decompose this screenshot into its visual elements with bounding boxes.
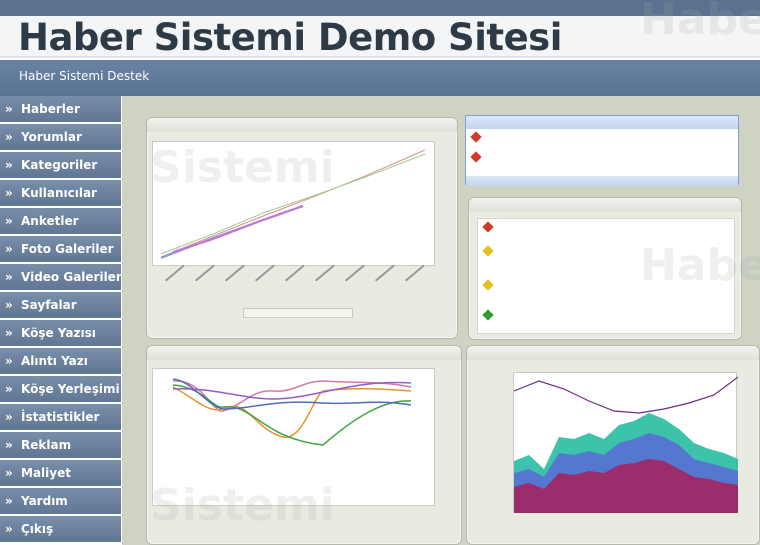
curve-plot-area: [152, 368, 435, 506]
x-tick-mark: [315, 264, 335, 282]
bullet-icon: »: [5, 214, 13, 228]
sidebar-nav: » Haberler » Yorumlar » Kategoriler » Kullan…: [0, 96, 122, 545]
sidebar-item-maliyet[interactable]: » Maliyet: [0, 460, 121, 487]
bullet-icon: »: [5, 270, 13, 284]
trend-lines-svg: [160, 149, 426, 259]
status-item[interactable]: [482, 279, 498, 292]
stacked-chart-panel: [466, 345, 760, 545]
trend-line-green: [160, 153, 426, 255]
bullet-icon: »: [5, 158, 13, 172]
x-tick-mark: [375, 264, 395, 282]
sidebar-item-yorumlar[interactable]: » Yorumlar: [0, 124, 121, 151]
sidebar-item-istatistikler[interactable]: » İstatistikler: [0, 404, 121, 431]
status-list: [477, 218, 735, 334]
x-tick-mark: [285, 264, 305, 282]
stacked-plot-area: [513, 372, 739, 513]
curve-chart-panel: [146, 345, 462, 545]
sidebar-item-sayfalar[interactable]: » Sayfalar: [0, 292, 121, 319]
warning-icon: [482, 279, 494, 291]
bullet-icon: »: [5, 326, 13, 340]
sidebar-item-kose-yazisi[interactable]: » Köşe Yazısı: [0, 320, 121, 347]
recent-news-box: [465, 115, 739, 186]
bullet-icon: »: [5, 382, 13, 396]
status-list-panel: [468, 197, 742, 340]
bullet-icon: »: [5, 102, 13, 116]
panel-header: [469, 198, 741, 212]
x-tick-mark: [195, 264, 215, 282]
curve-purple: [172, 381, 412, 400]
panel-header: [147, 118, 457, 132]
stacked-area-svg: [513, 376, 739, 513]
sidebar-item-kategoriler[interactable]: » Kategoriler: [0, 152, 121, 179]
news-item[interactable]: [470, 131, 486, 144]
x-tick-mark: [165, 264, 185, 282]
trend-line-red: [160, 149, 426, 258]
trend-legend: [243, 308, 353, 318]
bullet-icon: »: [5, 438, 13, 452]
bullet-icon: »: [5, 410, 13, 424]
status-item[interactable]: [482, 245, 498, 258]
x-tick-mark: [405, 264, 425, 282]
status-item[interactable]: [482, 309, 498, 322]
sidebar-item-haberler[interactable]: » Haberler: [0, 96, 121, 123]
x-tick-mark: [225, 264, 245, 282]
sidebar-item-yardim[interactable]: » Yardım: [0, 488, 121, 515]
warning-icon: [470, 151, 482, 163]
bullet-icon: »: [5, 466, 13, 480]
news-item[interactable]: [470, 151, 486, 164]
bullet-icon: »: [5, 354, 13, 368]
support-link[interactable]: Haber Sistemi Destek: [19, 68, 149, 84]
bullet-icon: »: [5, 298, 13, 312]
site-title: Haber Sistemi Demo Sitesi: [18, 16, 562, 59]
warning-icon: [482, 245, 494, 257]
curve-orange: [172, 386, 412, 438]
status-item[interactable]: [482, 221, 498, 234]
ok-icon: [482, 309, 494, 321]
sidebar-item-kullanicilar[interactable]: » Kullanıcılar: [0, 180, 121, 207]
app-root: Haber Sistemi Demo Sitesi Haber Sistemi …: [0, 0, 760, 545]
sidebar-item-video-galeriler[interactable]: » Video Galeriler: [0, 264, 121, 291]
top-bar: [0, 0, 760, 16]
bullet-icon: »: [5, 130, 13, 144]
sidebar-item-reklam[interactable]: » Reklam: [0, 432, 121, 459]
news-box-footer: [466, 176, 738, 186]
panel-header: [467, 346, 759, 360]
sidebar-item-alinti-yazi[interactable]: » Alıntı Yazı: [0, 348, 121, 375]
error-icon: [482, 221, 494, 233]
trend-line-purple: [172, 205, 304, 253]
trend-chart-panel: [146, 117, 458, 339]
news-box-header: [466, 116, 738, 129]
sidebar-item-anketler[interactable]: » Anketler: [0, 208, 121, 235]
bullet-icon: »: [5, 522, 13, 536]
sidebar-item-foto-galeriler[interactable]: » Foto Galeriler: [0, 236, 121, 263]
panel-header: [147, 346, 461, 360]
line-purple-top: [513, 376, 739, 414]
bullet-icon: »: [5, 494, 13, 508]
warning-icon: [470, 131, 482, 143]
curve-lines-svg: [172, 378, 412, 446]
sidebar-item-kose-yerlesimi[interactable]: » Köşe Yerleşimi: [0, 376, 121, 403]
sidebar-item-cikis[interactable]: » Çıkış: [0, 516, 121, 543]
trend-plot-area: [152, 141, 435, 266]
bullet-icon: »: [5, 186, 13, 200]
curve-pink: [172, 380, 412, 412]
x-tick-mark: [345, 264, 365, 282]
bullet-icon: »: [5, 242, 13, 256]
x-tick-mark: [255, 264, 275, 282]
